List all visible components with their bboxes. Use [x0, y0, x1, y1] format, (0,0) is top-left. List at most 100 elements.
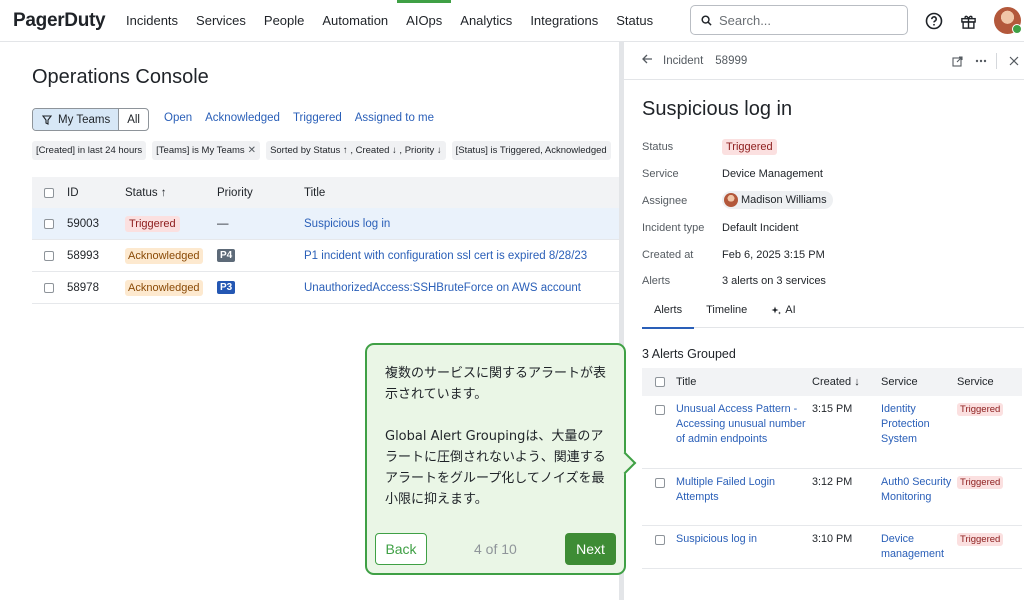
- user-avatar[interactable]: [994, 7, 1022, 34]
- team-toggle: My Teams All: [32, 108, 149, 131]
- help-icon[interactable]: [924, 11, 944, 31]
- filter-icon: [42, 114, 52, 125]
- search-input[interactable]: Search...: [690, 5, 908, 35]
- alert-created: 3:12 PM: [812, 476, 853, 488]
- filter-assigned-to-me[interactable]: Assigned to me: [355, 112, 434, 124]
- alert-checkbox[interactable]: [655, 478, 665, 488]
- back-arrow-icon[interactable]: [642, 54, 653, 67]
- alert-checkbox[interactable]: [655, 405, 665, 415]
- column-alert-status[interactable]: Service: [957, 376, 1022, 388]
- priority-badge: P3: [217, 281, 236, 294]
- table-row[interactable]: 58978 Acknowledged P3 UnauthorizedAccess…: [32, 272, 619, 304]
- alert-status-badge: Triggered: [957, 403, 1004, 416]
- chip-created[interactable]: [Created] in last 24 hours: [32, 141, 147, 160]
- incident-title: Suspicious log in: [642, 98, 793, 120]
- alert-service-link[interactable]: Identity Protection System: [881, 402, 957, 447]
- gift-icon[interactable]: [958, 11, 978, 31]
- assignee-label: Assignee: [642, 195, 688, 207]
- column-status[interactable]: Status ↑: [125, 187, 217, 199]
- tab-ai[interactable]: AI: [759, 304, 807, 328]
- column-title[interactable]: Title: [304, 187, 619, 199]
- tab-alerts[interactable]: Alerts: [642, 304, 695, 329]
- incident-title-link[interactable]: P1 incident with configuration ssl cert …: [304, 250, 619, 262]
- incident-title-link[interactable]: UnauthorizedAccess:SSHBruteForce on AWS …: [304, 282, 619, 294]
- alert-row[interactable]: Suspicious log in 3:10 PM Device managem…: [642, 526, 1022, 569]
- filter-triggered[interactable]: Triggered: [293, 112, 342, 124]
- tab-timeline[interactable]: Timeline: [694, 304, 759, 328]
- nav-services[interactable]: Services: [187, 0, 255, 42]
- open-external-icon[interactable]: [949, 53, 965, 69]
- alert-service-link[interactable]: Auth0 Security Monitoring: [881, 475, 957, 505]
- header-separator: [996, 53, 997, 69]
- nav-analytics[interactable]: Analytics: [451, 0, 521, 42]
- more-options-icon[interactable]: [973, 53, 989, 69]
- incident-id: 58978: [67, 281, 99, 294]
- nav-automation[interactable]: Automation: [313, 0, 397, 42]
- column-priority[interactable]: Priority: [217, 187, 304, 199]
- tour-paragraph-1: 複数のサービスに関するアラートが表示されています。: [385, 366, 607, 402]
- nav-integrations[interactable]: Integrations: [521, 0, 607, 42]
- select-all-checkbox[interactable]: [44, 187, 54, 198]
- alert-created: 3:15 PM: [812, 403, 853, 415]
- all-teams-button[interactable]: All: [119, 109, 148, 130]
- active-filter-chips: [Created] in last 24 hours [Teams] is My…: [32, 141, 619, 160]
- remove-chip-icon[interactable]: ✕: [248, 141, 256, 160]
- incident-type-value: Default Incident: [722, 222, 799, 234]
- alert-checkbox[interactable]: [655, 535, 665, 545]
- table-row[interactable]: 58993 Acknowledged P4 P1 incident with c…: [32, 240, 619, 272]
- service-label: Service: [642, 168, 679, 180]
- column-alert-service[interactable]: Service: [881, 376, 957, 388]
- column-alert-created[interactable]: Created ↓: [812, 376, 881, 388]
- panel-header: Incident 58999: [624, 42, 1024, 80]
- status-badge: Acknowledged: [125, 247, 203, 264]
- nav-status[interactable]: Status: [607, 0, 662, 42]
- main-nav: Incidents Services People Automation AIO…: [117, 0, 662, 42]
- alerts-table: Title Created ↓ Service Service Unusual …: [642, 368, 1022, 569]
- search-placeholder: Search...: [719, 12, 772, 28]
- alert-title-link[interactable]: Unusual Access Pattern - Accessing unusu…: [676, 402, 812, 447]
- chip-sort[interactable]: Sorted by Status ↑ , Created ↓ , Priorit…: [266, 141, 446, 160]
- pagerduty-logo[interactable]: PagerDuty: [13, 10, 113, 32]
- assignee-pill[interactable]: Madison Williams: [722, 191, 833, 209]
- alert-service-link[interactable]: Device management: [881, 532, 957, 562]
- sparkle-icon: [771, 306, 782, 315]
- chip-teams-label: [Teams] is My Teams: [156, 145, 245, 156]
- filter-open[interactable]: Open: [164, 112, 192, 124]
- my-teams-button[interactable]: My Teams: [33, 109, 120, 130]
- chip-status[interactable]: [Status] is Triggered, Acknowledged: [451, 141, 611, 160]
- alert-row[interactable]: Unusual Access Pattern - Accessing unusu…: [642, 396, 1022, 469]
- alert-row[interactable]: Multiple Failed Login Attempts 3:12 PM A…: [642, 469, 1022, 526]
- select-all-alerts-checkbox[interactable]: [655, 377, 665, 387]
- status-badge: Acknowledged: [125, 279, 203, 296]
- search-icon: [701, 14, 712, 26]
- table-row[interactable]: 59003 Triggered — Suspicious log in: [32, 208, 619, 240]
- chip-teams[interactable]: [Teams] is My Teams ✕: [152, 141, 261, 160]
- nav-people[interactable]: People: [255, 0, 313, 42]
- page-title: Operations Console: [32, 66, 209, 88]
- row-checkbox[interactable]: [44, 250, 54, 261]
- column-id[interactable]: ID: [67, 187, 125, 199]
- incidents-table: ID Status ↑ Priority Title 59003 Trigger…: [32, 177, 619, 304]
- incident-detail-panel: Incident 58999 Suspicious log in Status …: [624, 42, 1024, 600]
- row-checkbox[interactable]: [44, 218, 54, 229]
- tour-message: 複数のサービスに関するアラートが表示されています。 Global Alert G…: [385, 363, 610, 510]
- priority-value: —: [217, 217, 229, 230]
- alert-status-badge: Triggered: [957, 533, 1004, 546]
- tour-next-button[interactable]: Next: [565, 533, 616, 565]
- alert-title-link[interactable]: Multiple Failed Login Attempts: [676, 475, 812, 505]
- column-alert-title[interactable]: Title: [676, 376, 812, 388]
- row-checkbox[interactable]: [44, 282, 54, 293]
- tour-back-button[interactable]: Back: [375, 533, 427, 565]
- chip-created-label: [Created] in last 24 hours: [36, 145, 143, 156]
- status-label: Status: [642, 141, 674, 153]
- incident-title-link[interactable]: Suspicious log in: [304, 218, 619, 230]
- tab-ai-label: AI: [785, 304, 796, 316]
- filter-acknowledged[interactable]: Acknowledged: [205, 112, 280, 124]
- nav-aiops[interactable]: AIOps: [397, 0, 452, 42]
- product-tour-tooltip: 複数のサービスに関するアラートが表示されています。 Global Alert G…: [365, 343, 626, 575]
- alert-title-link[interactable]: Suspicious log in: [676, 532, 812, 547]
- nav-incidents[interactable]: Incidents: [117, 0, 187, 42]
- alerts-grouped-heading: 3 Alerts Grouped: [642, 347, 736, 361]
- alert-created: 3:10 PM: [812, 533, 853, 545]
- close-icon[interactable]: [1006, 53, 1022, 69]
